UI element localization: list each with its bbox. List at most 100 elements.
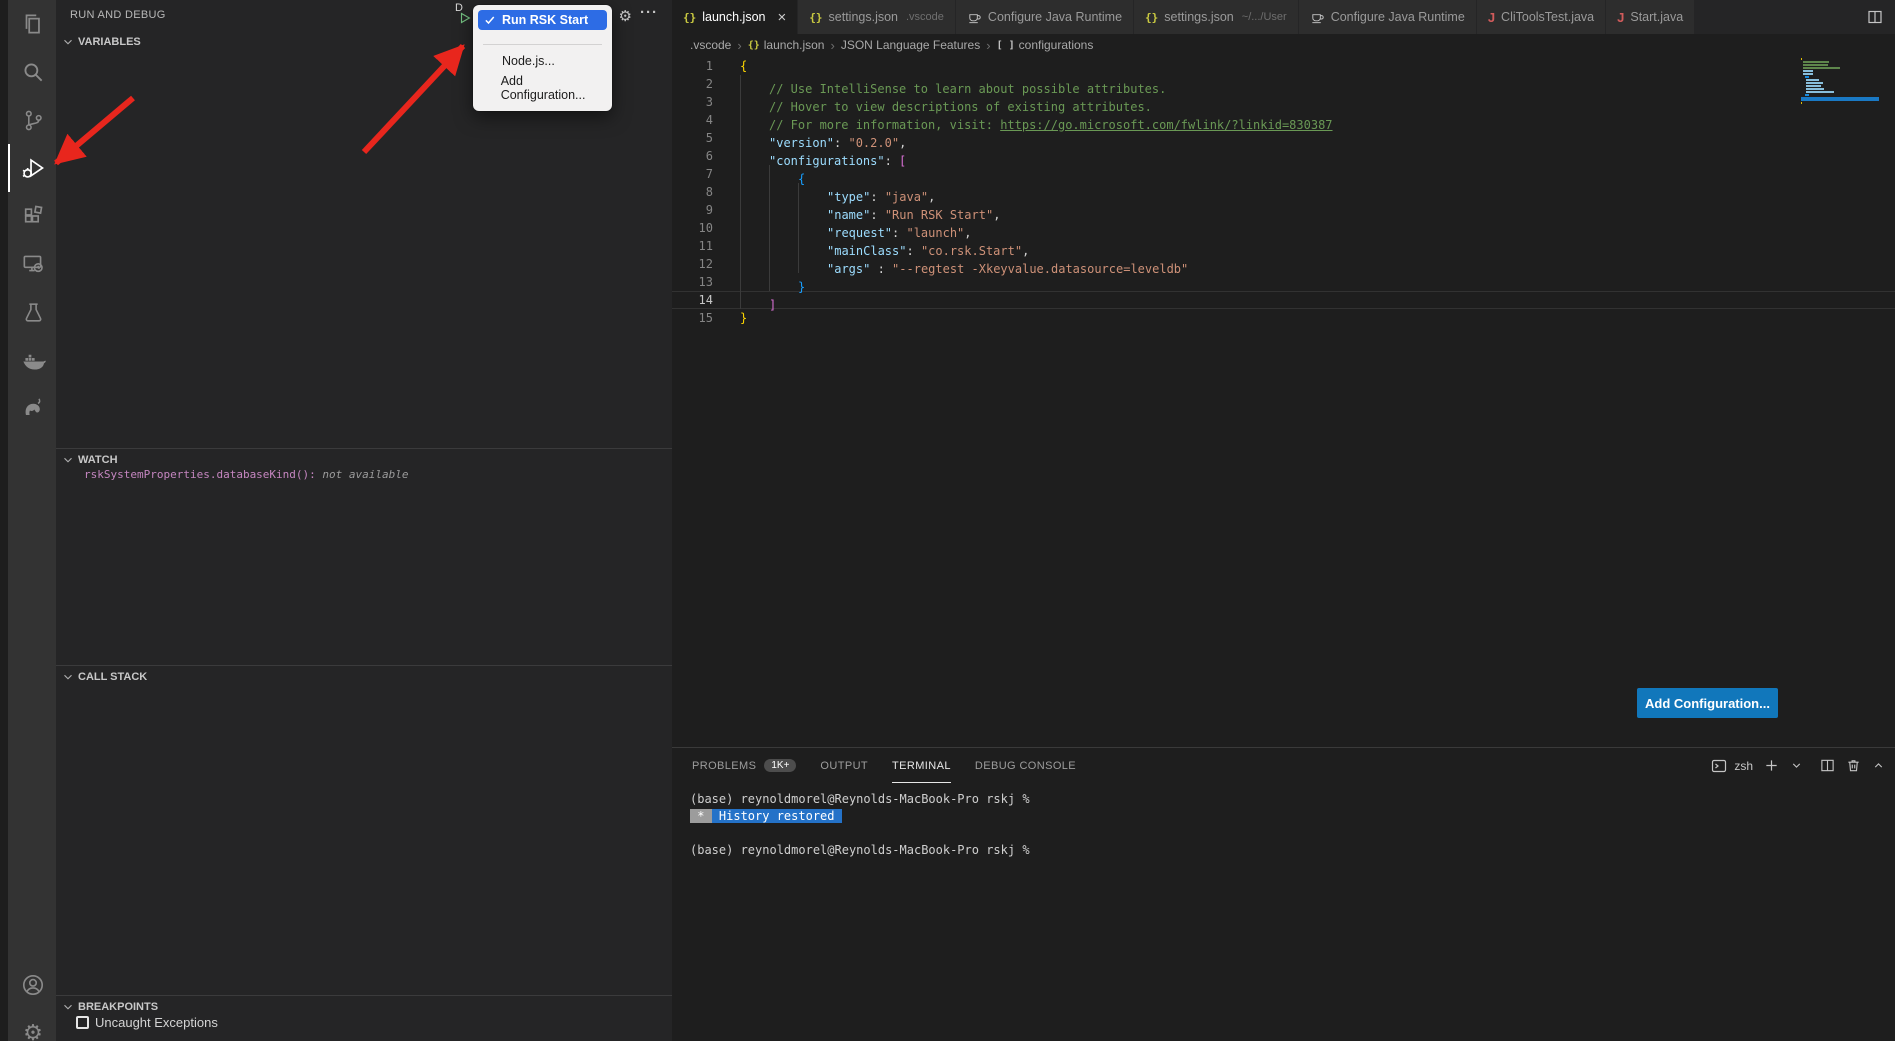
panel-tab-debug-console[interactable]: DEBUG CONSOLE — [975, 748, 1076, 783]
line-number[interactable]: 10 — [672, 219, 740, 237]
add-configuration-button[interactable]: Add Configuration... — [1637, 688, 1778, 718]
code-line-10[interactable]: 10"request": "launch", — [672, 219, 1895, 237]
close-icon[interactable]: × — [778, 9, 787, 26]
indent-guide — [798, 183, 827, 201]
debug-icon — [20, 155, 47, 182]
activity-item-gradle[interactable] — [8, 384, 56, 432]
section-breakpoints[interactable]: BREAKPOINTS — [56, 995, 672, 1017]
breadcrumb-item-launch-json[interactable]: {}launch.json — [748, 38, 825, 52]
line-number[interactable]: 11 — [672, 237, 740, 255]
minimap[interactable] — [1801, 58, 1879, 105]
activity-bar: ⚙ — [8, 0, 56, 1041]
activity-item-testing[interactable] — [8, 288, 56, 336]
code-line-6[interactable]: 6"configurations": [ — [672, 147, 1895, 165]
line-number[interactable]: 4 — [672, 111, 740, 129]
code-line-11[interactable]: 11"mainClass": "co.rsk.Start", — [672, 237, 1895, 255]
breadcrumb: .vscode›{}launch.json›JSON Language Feat… — [672, 34, 1895, 56]
code-line-3[interactable]: 3// Hover to view descriptions of existi… — [672, 93, 1895, 111]
code-line-14[interactable]: 14] — [672, 291, 1895, 309]
line-number[interactable]: 12 — [672, 255, 740, 273]
code-line-8[interactable]: 8"type": "java", — [672, 183, 1895, 201]
uncaught-exceptions-checkbox[interactable] — [76, 1016, 89, 1029]
section-call-stack[interactable]: CALL STACK — [56, 665, 672, 687]
line-number[interactable]: 14 — [672, 291, 740, 309]
terminal-output[interactable]: (base) reynoldmorel@Reynolds-MacBook-Pro… — [672, 783, 1895, 859]
section-watch[interactable]: WATCH — [56, 448, 672, 470]
breadcrumb-item-json-language-features[interactable]: JSON Language Features — [841, 38, 980, 52]
code-token: ] — [769, 298, 776, 312]
indent-guide — [769, 273, 798, 291]
tab-start-java[interactable]: JStart.java — [1606, 0, 1695, 34]
kill-terminal-trash-icon[interactable] — [1846, 758, 1861, 773]
tab-configure-java-runtime[interactable]: Configure Java Runtime — [1299, 0, 1477, 34]
sidebar-title: RUN AND DEBUG — [70, 9, 166, 21]
tab-settings-json[interactable]: {}settings.json~/.../User — [1134, 0, 1299, 34]
views-more-actions-icon[interactable]: ··· — [640, 4, 658, 21]
panel-tab-terminal[interactable]: TERMINAL — [892, 748, 951, 783]
panel-tab-problems[interactable]: PROBLEMS1K+ — [692, 748, 796, 783]
code-content: "type": "java", — [740, 183, 935, 201]
activity-item-remote-explorer[interactable] — [8, 240, 56, 288]
line-number[interactable]: 13 — [672, 273, 740, 291]
code-line-1[interactable]: 1{ — [672, 57, 1895, 75]
debug-settings-gear-icon[interactable]: ⚙ — [619, 7, 632, 25]
new-terminal-icon[interactable] — [1764, 758, 1779, 773]
menu-item-node-js[interactable]: Node.js... — [478, 51, 607, 71]
menu-item-add-configuration[interactable]: Add Configuration... — [478, 71, 607, 105]
tab-launch-json[interactable]: {}launch.json× — [672, 0, 798, 34]
indent-guide — [740, 273, 769, 291]
indent-guide — [769, 255, 798, 273]
minimap-line — [1805, 76, 1809, 78]
split-editor-icon[interactable] — [1867, 9, 1883, 30]
activity-item-settings[interactable]: ⚙ — [8, 1009, 56, 1041]
watch-expression-row[interactable]: rskSystemProperties.databaseKind(): not … — [84, 468, 409, 481]
line-number[interactable]: 5 — [672, 129, 740, 147]
indent-guide — [740, 93, 769, 111]
indent-guide — [740, 129, 769, 147]
code-line-15[interactable]: 15} — [672, 309, 1895, 327]
watch-value: not available — [322, 468, 408, 481]
split-terminal-icon[interactable] — [1820, 758, 1835, 773]
debug-start-icon[interactable] — [458, 11, 472, 30]
activity-item-extensions[interactable] — [8, 192, 56, 240]
code-token: } — [798, 280, 805, 294]
line-number[interactable]: 8 — [672, 183, 740, 201]
line-number[interactable]: 15 — [672, 309, 740, 327]
breadcrumb-item-configurations[interactable]: [ ]configurations — [997, 38, 1094, 52]
line-number[interactable]: 7 — [672, 165, 740, 183]
code-line-4[interactable]: 4// For more information, visit: https:/… — [672, 111, 1895, 129]
code-line-12[interactable]: 12"args" : "--regtest -Xkeyvalue.datasou… — [672, 255, 1895, 273]
activity-item-source-control[interactable] — [8, 96, 56, 144]
activity-item-docker[interactable] — [8, 336, 56, 384]
line-number[interactable]: 1 — [672, 57, 740, 75]
menu-item-label: Run RSK Start — [502, 13, 588, 27]
line-number[interactable]: 3 — [672, 93, 740, 111]
activity-item-explorer[interactable] — [8, 0, 56, 48]
code-line-9[interactable]: 9"name": "Run RSK Start", — [672, 201, 1895, 219]
activity-item-search[interactable] — [8, 48, 56, 96]
tab-settings-json[interactable]: {}settings.json.vscode — [798, 0, 956, 34]
tab-clitoolstest-java[interactable]: JCliToolsTest.java — [1477, 0, 1606, 34]
tab-configure-java-runtime[interactable]: Configure Java Runtime — [956, 0, 1134, 34]
activity-item-accounts[interactable] — [8, 961, 56, 1009]
line-number[interactable]: 6 — [672, 147, 740, 165]
indent-guide — [740, 291, 769, 309]
shell-label[interactable]: zsh — [1734, 759, 1753, 773]
minimap-line — [1806, 88, 1824, 90]
code-content: "args" : "--regtest -Xkeyvalue.datasourc… — [740, 255, 1188, 273]
line-number[interactable]: 9 — [672, 201, 740, 219]
terminal-launch-icon[interactable] — [1711, 758, 1727, 774]
code-line-2[interactable]: 2// Use IntelliSense to learn about poss… — [672, 75, 1895, 93]
chevron-down-icon — [61, 1000, 75, 1014]
code-editor[interactable]: 1{2// Use IntelliSense to learn about po… — [672, 56, 1895, 747]
code-content: "name": "Run RSK Start", — [740, 201, 1000, 219]
line-number[interactable]: 2 — [672, 75, 740, 93]
breadcrumb-item-vscode[interactable]: .vscode — [690, 38, 731, 52]
terminal-dropdown-chevron-icon[interactable] — [1790, 759, 1803, 772]
activity-item-run-and-debug[interactable] — [8, 144, 56, 192]
indent-guide — [740, 237, 769, 255]
maximize-panel-chevron-icon[interactable] — [1872, 759, 1885, 772]
menu-item-run-rsk-start[interactable]: Run RSK Start — [478, 10, 607, 30]
minimap-line — [1803, 61, 1830, 63]
panel-tab-output[interactable]: OUTPUT — [820, 748, 868, 783]
